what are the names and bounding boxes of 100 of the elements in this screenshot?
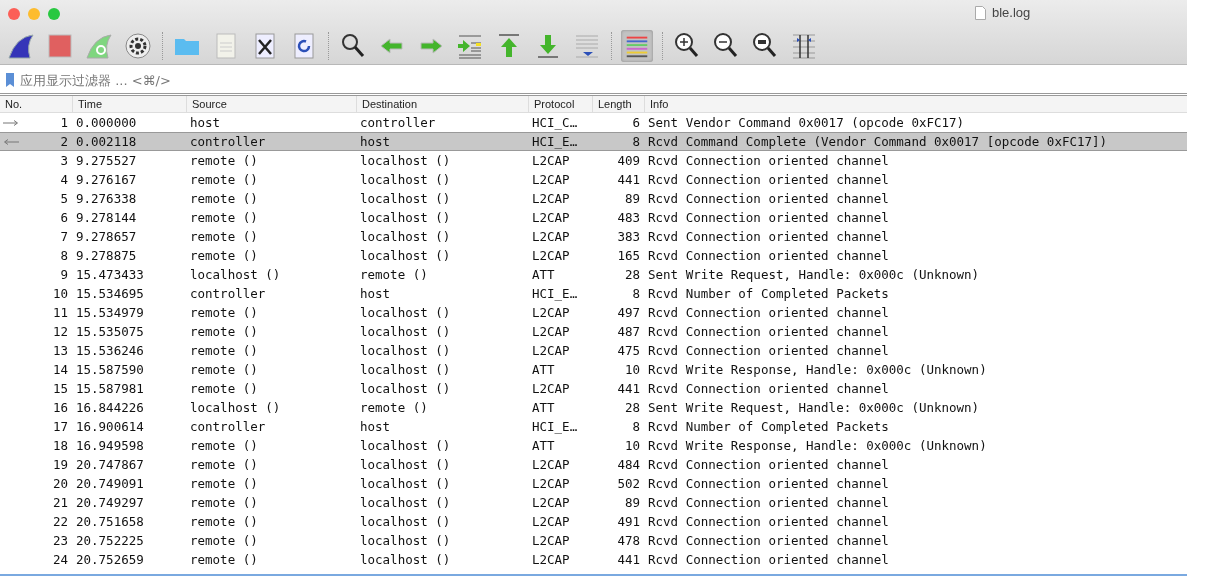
no-cell: 21 bbox=[52, 495, 68, 510]
colorize-button[interactable] bbox=[621, 30, 653, 62]
time-cell: 20.749297 bbox=[76, 495, 144, 510]
info-cell: Rcvd Connection oriented channel bbox=[648, 305, 889, 320]
no-cell: 4 bbox=[60, 172, 68, 187]
protocol-cell: L2CAP bbox=[532, 457, 570, 472]
packet-row[interactable]: 22 20.751658 remote () localhost () L2CAP 491 Rcvd Connection oriented channel bbox=[0, 512, 1187, 531]
protocol-cell: HCI_E… bbox=[532, 286, 578, 301]
time-cell: 15.535075 bbox=[76, 324, 144, 339]
info-cell: Rcvd Connection oriented channel bbox=[648, 324, 889, 339]
packet-row[interactable]: 8 9.278875 remote () localhost () L2CAP 165 Rcvd Connection oriented channel bbox=[0, 246, 1187, 265]
column-header[interactable]: Time bbox=[72, 96, 186, 112]
packet-row[interactable]: 19 20.747867 remote () localhost () L2CAP 484 Rcvd Connection oriented channel bbox=[0, 455, 1187, 474]
protocol-cell: ATT bbox=[532, 400, 555, 415]
packet-row[interactable]: 1 0.000000 host controller HCI_C… 6 Sent Vendor Command 0x0017 (opcode 0xFC17) bbox=[0, 113, 1187, 132]
length-cell: 487 bbox=[617, 324, 640, 339]
no-cell: 16 bbox=[52, 400, 68, 415]
column-header[interactable]: Info bbox=[644, 96, 1184, 112]
length-cell: 383 bbox=[617, 229, 640, 244]
packet-row[interactable]: 3 9.275527 remote () localhost () L2CAP 409 Rcvd Connection oriented channel bbox=[0, 151, 1187, 170]
packet-row[interactable]: 18 16.949598 remote () localhost () ATT 10 Rcvd Write Response, Handle: 0x000c (Unknown) bbox=[0, 436, 1187, 455]
stop-icon[interactable] bbox=[45, 31, 75, 61]
document-icon bbox=[975, 5, 986, 20]
destination-cell: localhost () bbox=[360, 457, 451, 472]
packet-row[interactable]: 2 0.002118 controller host HCI_E… 8 Rcvd Command Complete (Vendor Command 0x0017 [opcode 0xFC17]) bbox=[0, 132, 1187, 151]
column-header[interactable]: Length bbox=[592, 96, 644, 112]
column-header[interactable]: No. bbox=[0, 96, 72, 112]
info-cell: Rcvd Connection oriented channel bbox=[648, 191, 889, 206]
packet-row[interactable]: 12 15.535075 remote () localhost () L2CAP 487 Rcvd Connection oriented channel bbox=[0, 322, 1187, 341]
length-cell: 8 bbox=[632, 286, 640, 301]
destination-cell: localhost () bbox=[360, 495, 451, 510]
time-cell: 15.534979 bbox=[76, 305, 144, 320]
length-cell: 8 bbox=[632, 419, 640, 434]
destination-cell: localhost () bbox=[360, 229, 451, 244]
bookmark-icon[interactable] bbox=[6, 73, 14, 87]
protocol-cell: L2CAP bbox=[532, 229, 570, 244]
restart-fin-icon[interactable] bbox=[84, 31, 114, 61]
destination-cell: localhost () bbox=[360, 381, 451, 396]
no-cell: 22 bbox=[52, 514, 68, 529]
packet-row[interactable]: 9 15.473433 localhost () remote () ATT 28 Sent Write Request, Handle: 0x000c (Unknown) bbox=[0, 265, 1187, 284]
destination-cell: localhost () bbox=[360, 362, 451, 377]
packet-row[interactable]: 15 15.587981 remote () localhost () L2CAP 441 Rcvd Connection oriented channel bbox=[0, 379, 1187, 398]
length-cell: 483 bbox=[617, 210, 640, 225]
column-header[interactable]: Destination bbox=[356, 96, 528, 112]
destination-cell: localhost () bbox=[360, 533, 451, 548]
destination-cell: localhost () bbox=[360, 476, 451, 491]
destination-cell: remote () bbox=[360, 400, 428, 415]
packet-row[interactable]: 11 15.534979 remote () localhost () L2CAP 497 Rcvd Connection oriented channel bbox=[0, 303, 1187, 322]
source-cell: remote () bbox=[190, 495, 258, 510]
no-cell: 23 bbox=[52, 533, 68, 548]
packet-row[interactable]: 6 9.278144 remote () localhost () L2CAP 483 Rcvd Connection oriented channel bbox=[0, 208, 1187, 227]
time-cell: 15.473433 bbox=[76, 267, 144, 282]
packet-row[interactable]: 10 15.534695 controller host HCI_E… 8 Rcvd Number of Completed Packets bbox=[0, 284, 1187, 303]
source-cell: remote () bbox=[190, 305, 258, 320]
destination-cell: localhost () bbox=[360, 191, 451, 206]
packet-row[interactable]: 23 20.752225 remote () localhost () L2CAP 478 Rcvd Connection oriented channel bbox=[0, 531, 1187, 550]
length-cell: 491 bbox=[617, 514, 640, 529]
length-cell: 89 bbox=[624, 495, 640, 510]
source-cell: controller bbox=[190, 134, 266, 149]
length-cell: 28 bbox=[624, 267, 640, 282]
destination-cell: localhost () bbox=[360, 172, 451, 187]
time-cell: 16.844226 bbox=[76, 400, 144, 415]
protocol-cell: HCI_E… bbox=[532, 419, 578, 434]
packet-row[interactable]: 14 15.587590 remote () localhost () ATT 10 Rcvd Write Response, Handle: 0x000c (Unknown) bbox=[0, 360, 1187, 379]
shark-fin-icon[interactable] bbox=[6, 31, 36, 61]
zoom-button[interactable] bbox=[48, 8, 60, 20]
length-cell: 475 bbox=[617, 343, 640, 358]
close-button[interactable] bbox=[8, 8, 20, 20]
packet-row[interactable]: 5 9.276338 remote () localhost () L2CAP 89 Rcvd Connection oriented channel bbox=[0, 189, 1187, 208]
no-cell: 10 bbox=[52, 286, 68, 301]
packet-row[interactable]: 13 15.536246 remote () localhost () L2CAP 475 Rcvd Connection oriented channel bbox=[0, 341, 1187, 360]
source-cell: remote () bbox=[190, 210, 258, 225]
packet-row[interactable]: 7 9.278657 remote () localhost () L2CAP 383 Rcvd Connection oriented channel bbox=[0, 227, 1187, 246]
packet-row[interactable]: 20 20.749091 remote () localhost () L2CAP 502 Rcvd Connection oriented channel bbox=[0, 474, 1187, 493]
packet-row[interactable]: 16 16.844226 localhost () remote () ATT 28 Sent Write Request, Handle: 0x000c (Unknown) bbox=[0, 398, 1187, 417]
time-cell: 15.587590 bbox=[76, 362, 144, 377]
packet-row[interactable]: 4 9.276167 remote () localhost () L2CAP 441 Rcvd Connection oriented channel bbox=[0, 170, 1187, 189]
source-cell: remote () bbox=[190, 457, 258, 472]
time-cell: 16.900614 bbox=[76, 419, 144, 434]
info-cell: Rcvd Connection oriented channel bbox=[648, 381, 889, 396]
protocol-cell: ATT bbox=[532, 362, 555, 377]
protocol-cell: HCI_E… bbox=[532, 134, 578, 149]
no-cell: 18 bbox=[52, 438, 68, 453]
protocol-cell: L2CAP bbox=[532, 476, 570, 491]
time-cell: 16.949598 bbox=[76, 438, 144, 453]
time-cell: 15.587981 bbox=[76, 381, 144, 396]
packet-row[interactable]: 17 16.900614 controller host HCI_E… 8 Rcvd Number of Completed Packets bbox=[0, 417, 1187, 436]
column-header[interactable]: Source bbox=[186, 96, 356, 112]
settings-icon[interactable] bbox=[123, 31, 153, 61]
no-cell: 20 bbox=[52, 476, 68, 491]
source-cell: remote () bbox=[190, 381, 258, 396]
no-cell: 2 bbox=[60, 134, 68, 149]
source-cell: localhost () bbox=[190, 400, 281, 415]
packet-row[interactable]: 24 20.752659 remote () localhost () L2CAP 441 Rcvd Connection oriented channel bbox=[0, 550, 1187, 569]
length-cell: 441 bbox=[617, 172, 640, 187]
packet-row[interactable]: 21 20.749297 remote () localhost () L2CAP 89 Rcvd Connection oriented channel bbox=[0, 493, 1187, 512]
destination-cell: host bbox=[360, 419, 391, 434]
destination-cell: localhost () bbox=[360, 552, 451, 567]
column-header[interactable]: Protocol bbox=[528, 96, 592, 112]
source-cell: remote () bbox=[190, 172, 258, 187]
